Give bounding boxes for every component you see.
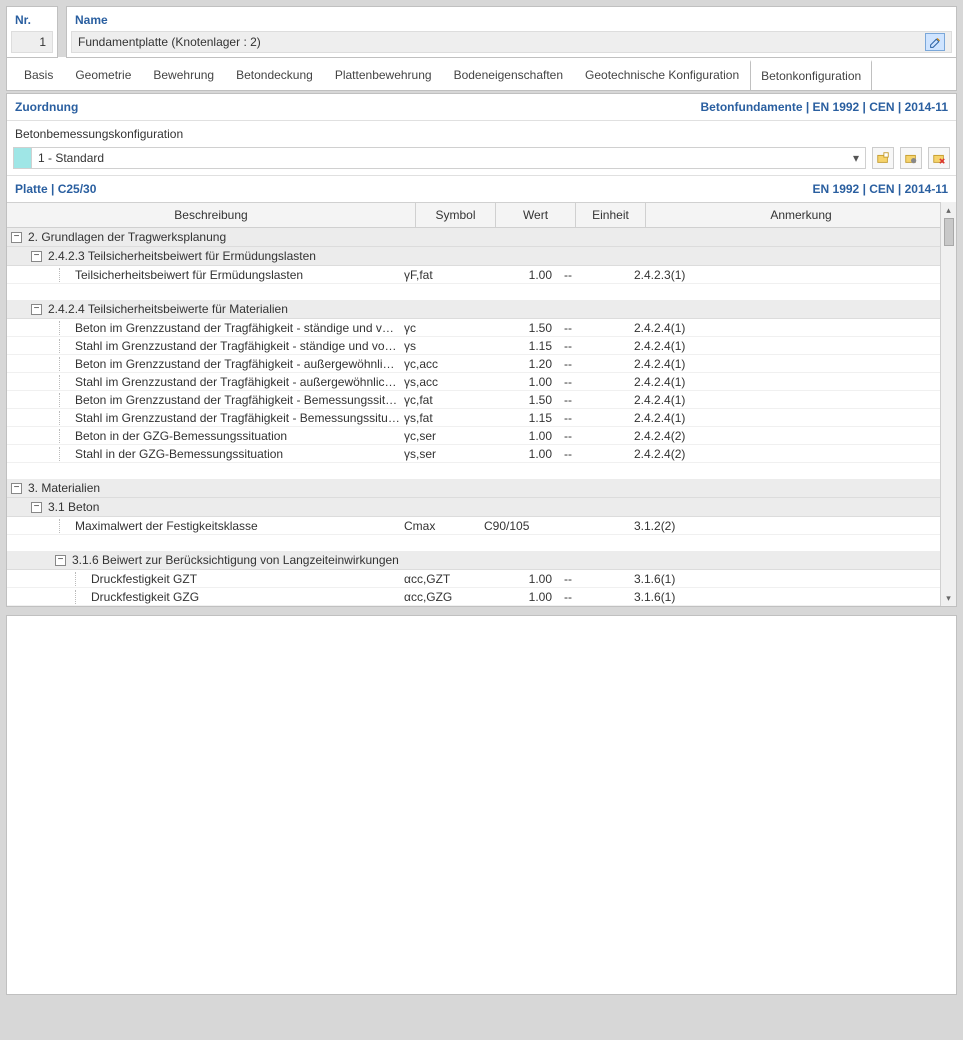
group-2-4-2-3[interactable]: − 2.4.2.3 Teilsicherheitsbeiwert für Erm…	[7, 247, 940, 266]
tab-plattenbewehrung[interactable]: Plattenbewehrung	[324, 60, 443, 90]
name-field[interactable]: Fundamentplatte (Knotenlager : 2)	[71, 31, 952, 53]
config-dropdown-value: 1 - Standard	[32, 151, 110, 165]
new-folder-icon	[876, 151, 890, 165]
table-row[interactable]: Beton im Grenzzustand der Tragfähigkeit …	[7, 391, 940, 409]
tab-betonkonfiguration[interactable]: Betonkonfiguration	[750, 60, 872, 90]
table-row[interactable]: Stahl im Grenzzustand der Tragfähigkeit …	[7, 409, 940, 427]
new-config-button[interactable]	[872, 147, 894, 169]
folder-delete-icon	[932, 151, 946, 165]
table-row[interactable]: Druckfestigkeit GZT αcc,GZT 1.00 -- 3.1.…	[7, 570, 940, 588]
tab-betondeckung[interactable]: Betondeckung	[225, 60, 324, 90]
col-unit[interactable]: Einheit	[576, 203, 646, 227]
delete-config-button[interactable]	[928, 147, 950, 169]
config-sub-label: Betonbemessungskonfiguration	[7, 121, 956, 145]
folder-gear-icon	[904, 151, 918, 165]
edit-icon	[929, 36, 942, 49]
column-header-row: Beschreibung Symbol Wert Einheit Anmerku…	[7, 202, 956, 228]
vertical-scrollbar[interactable]: ▴ ▾	[940, 202, 956, 606]
collapse-icon[interactable]: −	[31, 502, 42, 513]
config-color-swatch	[14, 148, 32, 168]
scroll-up-icon[interactable]: ▴	[941, 202, 956, 218]
duplicate-config-button[interactable]	[900, 147, 922, 169]
scroll-thumb[interactable]	[944, 218, 954, 246]
nr-label: Nr.	[7, 7, 57, 31]
chevron-down-icon: ▾	[847, 151, 865, 165]
tab-bar: Basis Geometrie Bewehrung Betondeckung P…	[6, 57, 957, 91]
blank-panel	[6, 615, 957, 995]
tab-geometrie[interactable]: Geometrie	[64, 60, 142, 90]
collapse-icon[interactable]: −	[11, 232, 22, 243]
tab-geotechnische-konfiguration[interactable]: Geotechnische Konfiguration	[574, 60, 750, 90]
group-3-1-6[interactable]: − 3.1.6 Beiwert zur Berücksichtigung von…	[7, 551, 940, 570]
grid-right-title: EN 1992 | CEN | 2014-11	[813, 182, 948, 196]
collapse-icon[interactable]: −	[31, 251, 42, 262]
col-note[interactable]: Anmerkung	[646, 203, 956, 227]
table-row[interactable]: Druckfestigkeit GZG αcc,GZG 1.00 -- 3.1.…	[7, 588, 940, 606]
table-row[interactable]: Beton im Grenzzustand der Tragfähigkeit …	[7, 319, 940, 337]
table-row[interactable]: Teilsicherheitsbeiwert für Ermüdungslast…	[7, 266, 940, 284]
tab-bewehrung[interactable]: Bewehrung	[142, 60, 225, 90]
nr-value: 1	[39, 35, 46, 49]
collapse-icon[interactable]: −	[11, 483, 22, 494]
col-symbol[interactable]: Symbol	[416, 203, 496, 227]
table-row[interactable]: Stahl im Grenzzustand der Tragfähigkeit …	[7, 337, 940, 355]
config-dropdown[interactable]: 1 - Standard ▾	[13, 147, 866, 169]
nr-field[interactable]: 1	[11, 31, 53, 53]
assignment-standard: Betonfundamente | EN 1992 | CEN | 2014-1…	[701, 100, 949, 114]
name-value: Fundamentplatte (Knotenlager : 2)	[78, 35, 261, 49]
name-label: Name	[67, 7, 956, 31]
collapse-icon[interactable]: −	[31, 304, 42, 315]
grid-left-title: Platte | C25/30	[15, 182, 96, 196]
tab-bodeneigenschaften[interactable]: Bodeneigenschaften	[443, 60, 574, 90]
collapse-icon[interactable]: −	[55, 555, 66, 566]
col-value[interactable]: Wert	[496, 203, 576, 227]
group-3[interactable]: − 3. Materialien	[7, 479, 940, 498]
assignment-title: Zuordnung	[15, 100, 78, 114]
edit-name-button[interactable]	[925, 33, 945, 51]
group-2-4-2-4[interactable]: − 2.4.2.4 Teilsicherheitsbeiwerte für Ma…	[7, 300, 940, 319]
table-row[interactable]: Stahl im Grenzzustand der Tragfähigkeit …	[7, 373, 940, 391]
table-row[interactable]: Stahl in der GZG-Bemessungssituation γs,…	[7, 445, 940, 463]
table-row[interactable]: Maximalwert der Festigkeitsklasse Cmax C…	[7, 517, 940, 535]
table-row[interactable]: Beton im Grenzzustand der Tragfähigkeit …	[7, 355, 940, 373]
table-row[interactable]: Beton in der GZG-Bemessungssituation γc,…	[7, 427, 940, 445]
scroll-down-icon[interactable]: ▾	[941, 590, 956, 606]
col-desc[interactable]: Beschreibung	[7, 203, 416, 227]
group-3-1[interactable]: − 3.1 Beton	[7, 498, 940, 517]
tab-basis[interactable]: Basis	[13, 60, 64, 90]
group-2[interactable]: − 2. Grundlagen der Tragwerksplanung	[7, 228, 940, 247]
